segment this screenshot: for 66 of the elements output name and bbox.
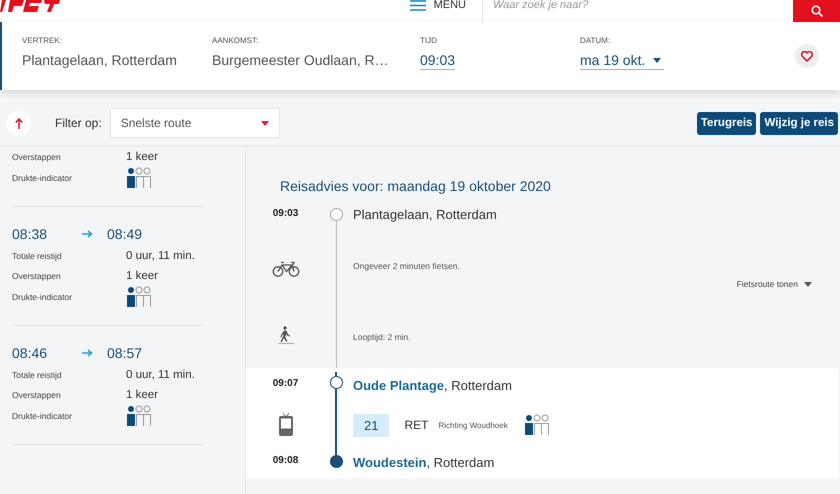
crowd-indicator-icon (126, 405, 152, 427)
action-button[interactable]: Wijzig je reis (760, 112, 838, 134)
crowd-indicator-icon (126, 167, 152, 189)
caret-icon (804, 282, 812, 286)
search-button[interactable] (793, 0, 840, 22)
route-toggle[interactable]: Fietsroute tonen (736, 279, 812, 289)
walking-person-icon (276, 326, 294, 344)
caret-icon (260, 120, 269, 126)
row-label: Totale reistijd (12, 251, 63, 261)
row-value: 1 keer (126, 270, 158, 282)
departure-time: 08:46 (12, 345, 48, 361)
direction-text: Richting Woudhoek (438, 420, 508, 430)
time-field[interactable]: 09:03 (420, 52, 456, 70)
menu-button[interactable]: MENU (410, 0, 482, 12)
logo-drawing (0, 0, 62, 12)
crowd-indicator-icon (126, 286, 152, 308)
departure-time: 08:38 (12, 226, 48, 242)
heart-icon (801, 50, 813, 62)
line-number-badge: 21 (353, 414, 390, 436)
search-icon (810, 5, 822, 17)
field-value[interactable]: Burgemeester Oudlaan, R… (212, 52, 420, 68)
row-value: 1 keer (126, 389, 158, 401)
step-note: Looptijd: 2 min. (353, 332, 411, 342)
action-button[interactable]: Terugreis (696, 112, 756, 134)
arrow-right-icon (82, 349, 93, 357)
filter-dropdown[interactable]: Snelste route (110, 108, 280, 138)
row-label: Drukte-indicator (12, 292, 73, 302)
operator-name: RET (404, 418, 428, 432)
stop-name: Plantagelaan, Rotterdam (353, 207, 498, 222)
row-label: Overstappen (12, 271, 62, 281)
field-label: TIJD (420, 36, 438, 45)
step-note: Ongeveer 2 minuten fietsen. (353, 261, 461, 271)
menu-icon (410, 0, 426, 10)
row-value: 0 uur, 11 min. (126, 250, 195, 262)
row-label: Totale reistijd (12, 370, 63, 380)
caret-icon (653, 58, 662, 62)
arrow-up-icon (14, 118, 22, 128)
stop-link[interactable]: Woudestein (353, 455, 426, 470)
stop-link[interactable]: Oude Plantage (353, 378, 444, 393)
row-label: Overstappen (12, 390, 62, 400)
date-dropdown[interactable]: ma 19 okt. (580, 52, 664, 70)
row-label: Drukte-indicator (12, 411, 73, 421)
stop-city: , Rotterdam (426, 455, 494, 470)
stop-time: 09:07 (272, 378, 298, 389)
row-value: 1 keer (126, 151, 158, 163)
stop-time: 09:08 (272, 455, 298, 466)
crowd-indicator-icon (524, 414, 550, 436)
field-label: VERTREK: (22, 36, 63, 45)
field-label: AANKOMST: (212, 36, 260, 45)
filter-label: Filter op: (55, 116, 102, 130)
field-label: DATUM: (580, 36, 612, 45)
arrival-time: 08:49 (107, 226, 144, 242)
row-label: Drukte-indicator (12, 173, 73, 183)
scroll-up-button[interactable] (6, 110, 31, 136)
advice-heading: Reisadvies voor: maandag 19 oktober 2020 (279, 178, 552, 194)
tram-icon (278, 413, 294, 437)
row-value: 0 uur, 11 min. (126, 369, 195, 381)
row-label: Overstappen (12, 152, 62, 162)
stop-city: , Rotterdam (444, 378, 512, 393)
search-input[interactable]: Waar zoek je naar? (483, 0, 793, 16)
bicycle-icon (272, 260, 300, 276)
arrival-time: 08:57 (107, 345, 144, 361)
arrow-right-icon (82, 230, 93, 238)
field-value[interactable]: Plantagelaan, Rotterdam (22, 52, 212, 68)
stop-time: 09:03 (272, 208, 298, 219)
favorite-button[interactable] (795, 44, 819, 68)
